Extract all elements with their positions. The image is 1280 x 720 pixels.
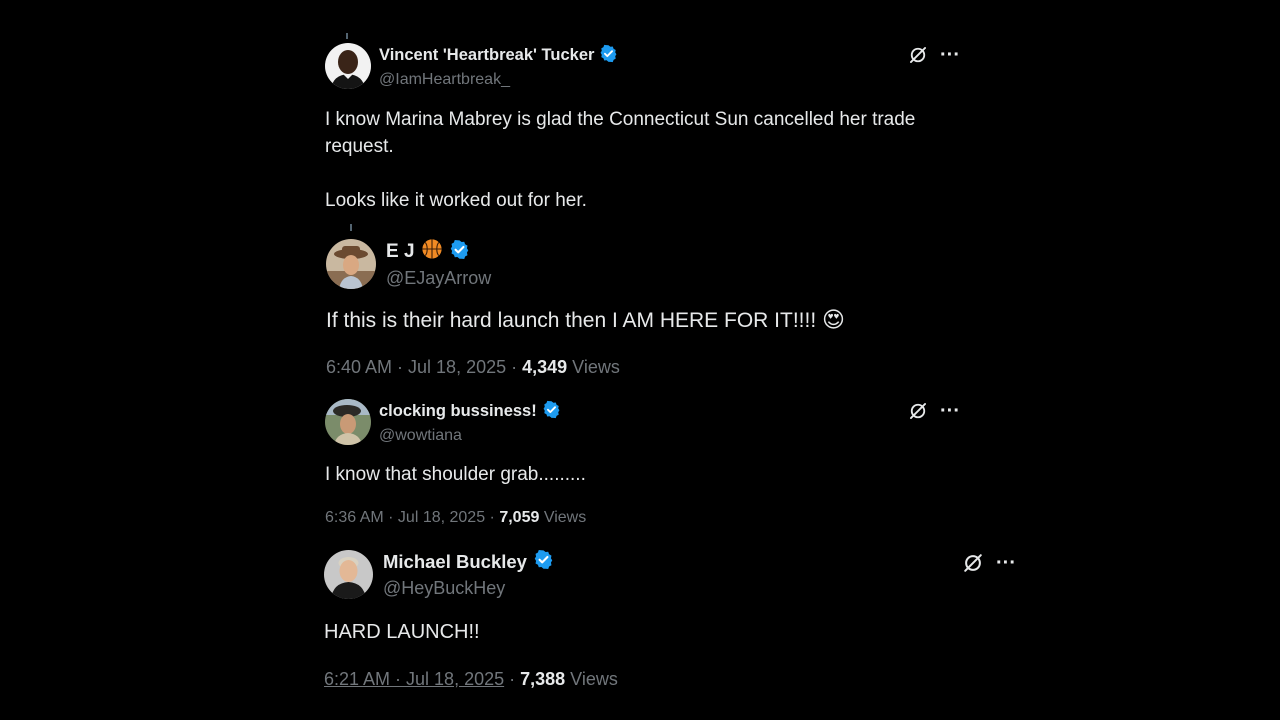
user-handle[interactable]: @EJayArrow: [386, 268, 491, 289]
tweet-2-header: E J @EJayArrow: [326, 238, 491, 289]
tweet-text: HARD LAUNCH!!: [324, 621, 480, 643]
avatar[interactable]: [326, 238, 376, 289]
more-icon[interactable]: ···: [940, 45, 960, 65]
tweet-3-actions: ···: [908, 401, 960, 421]
display-name[interactable]: Michael Buckley: [383, 551, 527, 573]
tweet-screenshot-canvas: Vincent 'Heartbreak' Tucker @IamHeartbre…: [0, 0, 1280, 720]
tweet-text: I know that shoulder grab.........: [325, 464, 586, 485]
meta-separator: ·: [504, 669, 521, 689]
avatar[interactable]: [324, 549, 373, 599]
meta-separator: ·: [506, 357, 523, 377]
display-name[interactable]: E J: [386, 241, 415, 263]
tweet-text: If this is their hard launch then I AM H…: [326, 309, 817, 332]
avatar[interactable]: [325, 43, 371, 89]
tweet-timestamp[interactable]: 6:40 AM · Jul 18, 2025: [326, 357, 506, 377]
grok-icon[interactable]: [962, 552, 984, 574]
verified-badge-icon: [449, 239, 470, 265]
tweet-2-user-block: E J @EJayArrow: [386, 238, 491, 289]
tweet-3-user-block: clocking bussiness! @wowtiana: [379, 400, 561, 445]
user-handle[interactable]: @wowtiana: [379, 427, 561, 445]
tweet-text: I know Marina Mabrey is glad the Connect…: [325, 109, 916, 211]
verified-badge-icon: [533, 549, 554, 575]
grok-icon[interactable]: [908, 401, 928, 421]
views-label: Views: [567, 357, 620, 377]
tweet-timestamp[interactable]: 6:21 AM · Jul 18, 2025: [324, 669, 504, 689]
tweet-1-actions: ···: [908, 45, 960, 65]
avatar[interactable]: [325, 399, 371, 445]
verified-badge-icon: [542, 400, 561, 424]
display-name[interactable]: clocking bussiness!: [379, 402, 537, 421]
tweet-3-header: clocking bussiness! @wowtiana: [325, 399, 561, 445]
views-count: 4,349: [522, 357, 568, 377]
views-label: Views: [565, 669, 618, 689]
tweet-4-actions: ···: [962, 552, 1016, 574]
more-icon[interactable]: ···: [996, 553, 1016, 573]
tweet-meta: 6:36 AM · Jul 18, 2025 · 7,059 Views: [325, 509, 586, 527]
tweet-1-header: Vincent 'Heartbreak' Tucker @IamHeartbre…: [325, 43, 618, 89]
heart-eyes-emoji: 😍: [822, 307, 845, 332]
user-handle[interactable]: @IamHeartbreak_: [379, 71, 618, 89]
more-icon[interactable]: ···: [940, 401, 960, 421]
tweet-text-row: If this is their hard launch then I AM H…: [326, 305, 845, 336]
views-label: Views: [539, 509, 587, 526]
views-count: 7,388: [520, 669, 566, 689]
meta-separator: ·: [485, 509, 500, 526]
tweet-timestamp[interactable]: 6:36 AM · Jul 18, 2025: [325, 509, 485, 526]
views-count: 7,059: [499, 509, 540, 526]
thread-connector: [350, 224, 352, 231]
basketball-icon: [421, 238, 443, 265]
display-name[interactable]: Vincent 'Heartbreak' Tucker: [379, 46, 594, 65]
tweet-4-user-block: Michael Buckley @HeyBuckHey: [383, 549, 554, 599]
tweet-4-header: Michael Buckley @HeyBuckHey: [324, 549, 554, 599]
verified-badge-icon: [599, 44, 618, 68]
user-handle[interactable]: @HeyBuckHey: [383, 578, 554, 599]
tweet-meta: 6:40 AM · Jul 18, 2025 · 4,349 Views: [326, 357, 620, 378]
grok-icon[interactable]: [908, 45, 928, 65]
tweet-meta: 6:21 AM · Jul 18, 2025 · 7,388 Views: [324, 669, 618, 690]
thread-connector-top: [346, 33, 348, 39]
tweet-1-user-block: Vincent 'Heartbreak' Tucker @IamHeartbre…: [379, 44, 618, 89]
